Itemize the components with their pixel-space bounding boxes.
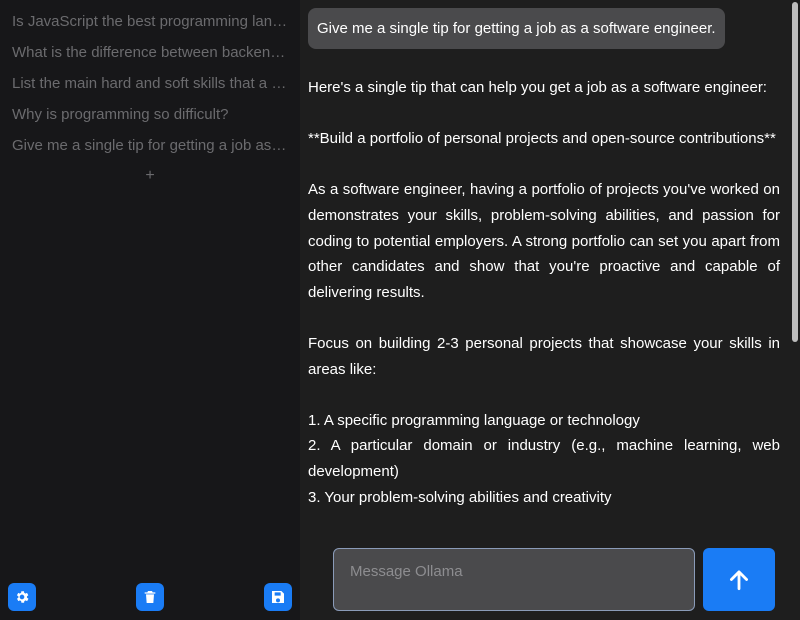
history-item[interactable]: List the main hard and soft skills that … <box>0 68 300 99</box>
history-item[interactable]: Is JavaScript the best programming langu… <box>0 6 300 37</box>
assistant-paragraph: As a software engineer, having a portfol… <box>308 181 780 301</box>
scrollbar-thumb[interactable] <box>792 2 798 342</box>
chat-panel: Give me a single tip for getting a job a… <box>300 0 800 620</box>
history-item[interactable]: Why is programming so difficult? <box>0 99 300 130</box>
history-item[interactable]: Give me a single tip for getting a job a… <box>0 130 300 161</box>
assistant-paragraph: Here's a single tip that can help you ge… <box>308 79 767 96</box>
arrow-up-icon <box>730 569 748 590</box>
trash-icon <box>144 591 156 603</box>
floppy-disk-icon <box>272 591 284 603</box>
assistant-paragraph: **Build a portfolio of personal projects… <box>308 130 776 148</box>
user-message: Give me a single tip for getting a job a… <box>308 8 725 49</box>
sidebar: Is JavaScript the best programming langu… <box>0 0 300 620</box>
assistant-paragraph: Focus on building 2-3 personal projects … <box>308 334 780 378</box>
assistant-list-item: 1. A specific programming language or te… <box>308 411 640 429</box>
assistant-list-item: 3. Your problem-solving abilities and cr… <box>308 488 612 506</box>
settings-button[interactable] <box>8 583 36 611</box>
message-input[interactable] <box>333 548 695 611</box>
delete-chat-button[interactable] <box>136 583 164 611</box>
assistant-list-item: 2. A particular domain or industry (e.g.… <box>308 437 780 480</box>
new-chat-button[interactable]: + <box>0 161 300 191</box>
message-list[interactable]: Give me a single tip for getting a job a… <box>300 0 800 538</box>
gear-icon <box>16 591 29 603</box>
save-chat-button[interactable] <box>264 583 292 611</box>
assistant-message: Here's a single tip that can help you ge… <box>308 75 780 510</box>
send-button[interactable] <box>703 548 775 611</box>
chat-history-list: Is JavaScript the best programming langu… <box>0 0 300 161</box>
scrollbar[interactable] <box>790 0 800 538</box>
history-item[interactable]: What is the difference between backend a… <box>0 37 300 68</box>
